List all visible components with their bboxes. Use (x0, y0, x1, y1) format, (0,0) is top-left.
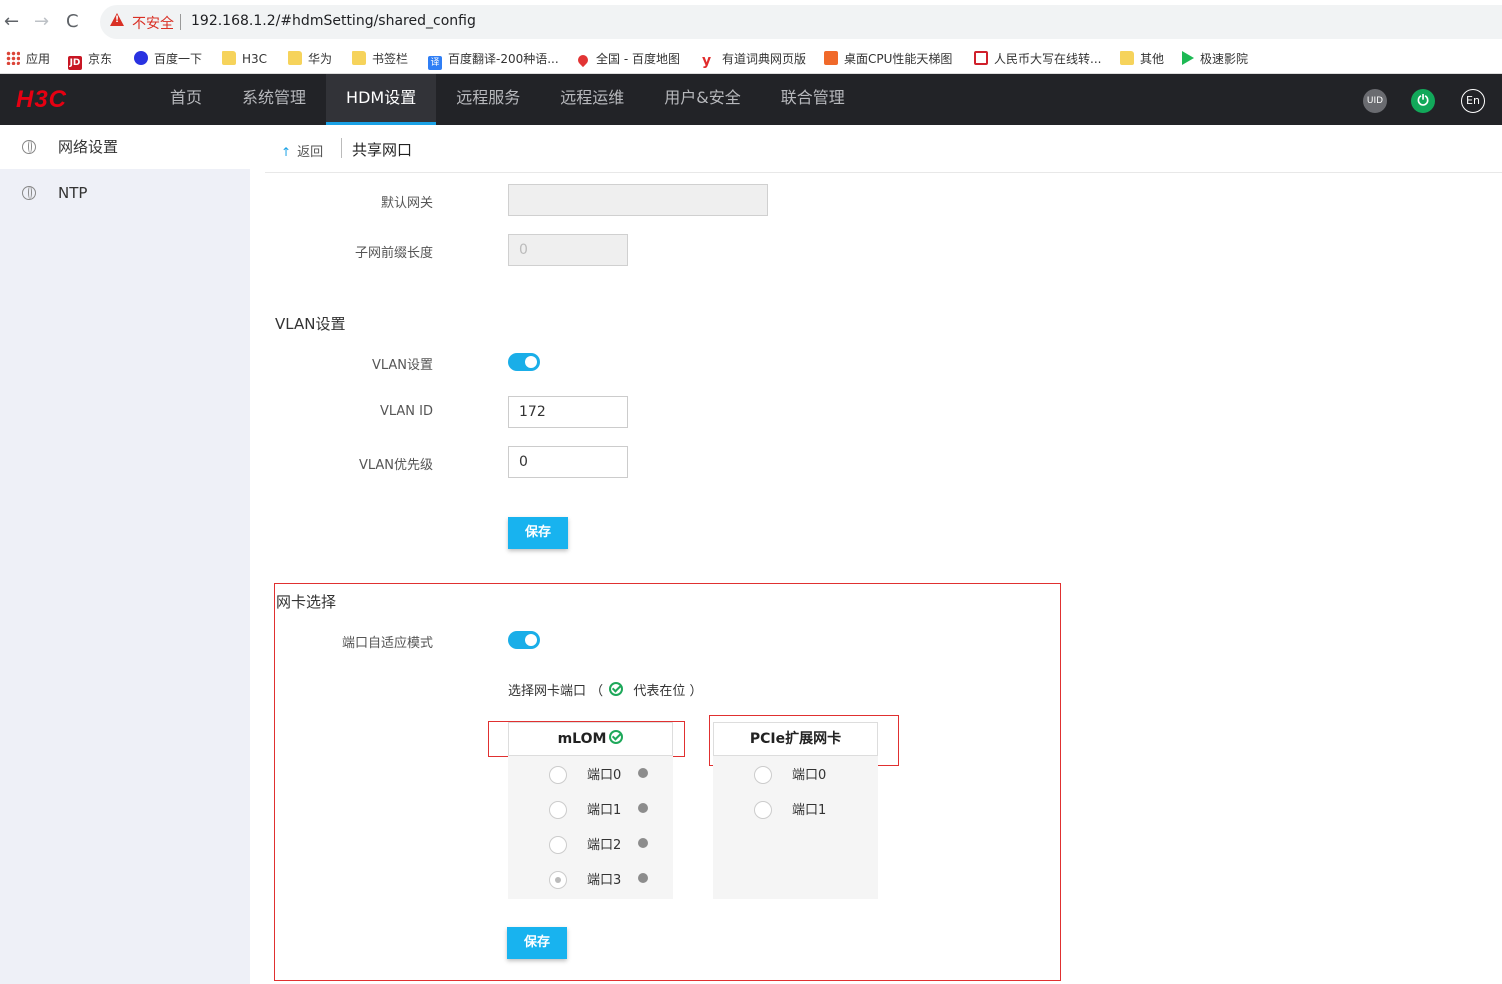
status-dot-icon (638, 873, 648, 883)
page-title: 共享网口 (352, 141, 413, 159)
warning-icon[interactable] (110, 13, 124, 26)
gateway-input[interactable] (508, 184, 768, 216)
forward-arrow-icon[interactable]: → (34, 12, 49, 32)
divider (180, 14, 181, 30)
nav-remote-service[interactable]: 远程服务 (436, 74, 540, 125)
vlan-toggle-label: VLAN设置 (371, 358, 433, 373)
language-icon[interactable]: En (1461, 89, 1485, 113)
globe-clock-icon (22, 186, 36, 200)
security-status[interactable]: 不安全 (132, 13, 174, 33)
translate-icon: 译 (428, 56, 442, 70)
nav-federation[interactable]: 联合管理 (761, 74, 865, 125)
bookmark-youdao[interactable]: y 有道词典网页版 (702, 50, 806, 68)
radio-button[interactable] (549, 836, 567, 854)
mlom-port-0[interactable]: 端口0 (549, 766, 659, 786)
sidebar-item-label: NTP (58, 184, 88, 202)
back-arrow-icon: ↑ (281, 145, 292, 159)
pcie-port-0[interactable]: 端口0 (754, 766, 864, 786)
rmb-icon (974, 51, 988, 65)
nav-system[interactable]: 系统管理 (222, 74, 326, 125)
nic-section-title: 网卡选择 (276, 593, 337, 611)
check-circle-icon (609, 682, 624, 696)
back-button[interactable]: ↑ 返回 (281, 141, 323, 160)
power-icon[interactable]: ⏻ (1411, 89, 1435, 113)
divider (341, 138, 342, 158)
mlom-highlight-box (488, 721, 685, 757)
nav-user-security[interactable]: 用户&安全 (644, 74, 760, 125)
folder-icon (1120, 51, 1134, 65)
pcie-port-1[interactable]: 端口1 (754, 801, 864, 821)
reload-icon[interactable]: C (66, 12, 79, 32)
mlom-port-3[interactable]: 端口3 (549, 871, 659, 891)
bookmark-h3c[interactable]: H3C (222, 50, 267, 68)
nav-hdm-settings[interactable]: HDM设置 (326, 74, 437, 125)
radio-button[interactable] (754, 801, 772, 819)
vlan-id-input[interactable]: 172 (508, 396, 628, 428)
vlan-id-label: VLAN ID (379, 404, 433, 419)
bookmark-other[interactable]: 其他 (1120, 50, 1164, 68)
app-header: H3C 首页 系统管理 HDM设置 远程服务 远程运维 用户&安全 联合管理 (0, 74, 1502, 125)
bookmark-rmb[interactable]: 人民币大写在线转... (974, 50, 1101, 68)
adaptive-mode-label: 端口自适应模式 (341, 636, 433, 651)
uid-icon[interactable]: UID (1363, 89, 1387, 113)
bookmark-cpu[interactable]: 桌面CPU性能天梯图 (824, 50, 952, 68)
folder-icon (288, 51, 302, 65)
h3c-logo[interactable]: H3C (16, 86, 67, 114)
nic-save-button[interactable]: 保存 (507, 927, 567, 959)
radio-button[interactable] (549, 871, 567, 889)
sidebar: 网络设置 NTP (0, 125, 250, 984)
gateway-label: 默认网关 (380, 196, 433, 211)
mlom-port-1[interactable]: 端口1 (549, 801, 659, 821)
top-nav: 首页 系统管理 HDM设置 远程服务 远程运维 用户&安全 联合管理 (150, 74, 865, 125)
breadcrumb: ↑ 返回 共享网口 (265, 125, 1502, 173)
youdao-icon: y (702, 53, 712, 69)
vlan-priority-label: VLAN优先级 (358, 458, 433, 473)
mlom-port-list: 端口0 端口1 端口2 端口3 (508, 756, 673, 899)
prefix-length-input[interactable]: 0 (508, 234, 628, 266)
nav-remote-ops[interactable]: 远程运维 (540, 74, 644, 125)
bookmark-movie[interactable]: 极速影院 (1182, 50, 1248, 68)
baidu-icon (134, 51, 148, 65)
folder-icon (352, 51, 366, 65)
address-bar[interactable]: 不安全 192.168.1.2/#hdmSetting/shared_confi… (100, 5, 1502, 39)
cpu-icon (824, 51, 838, 65)
status-dot-icon (638, 803, 648, 813)
bookmark-fanyi[interactable]: 译百度翻译-200种语... (428, 50, 559, 70)
sidebar-item-ntp[interactable]: NTP (0, 171, 250, 215)
prefix-length-label: 子网前缀长度 (354, 246, 433, 261)
back-arrow-icon[interactable]: ← (4, 12, 19, 32)
status-dot-icon (638, 768, 648, 778)
globe-icon (22, 140, 36, 154)
adaptive-mode-toggle[interactable] (508, 631, 540, 649)
url-text[interactable]: 192.168.1.2/#hdmSetting/shared_config (191, 13, 476, 29)
vlan-toggle[interactable] (508, 353, 540, 371)
sidebar-item-label: 网络设置 (58, 138, 119, 156)
map-pin-icon (575, 52, 591, 68)
bookmark-huawei[interactable]: 华为 (288, 50, 332, 68)
radio-button[interactable] (549, 766, 567, 784)
bookmark-baidu[interactable]: 百度一下 (134, 50, 202, 68)
folder-icon (222, 51, 236, 65)
mlom-port-2[interactable]: 端口2 (549, 836, 659, 856)
sidebar-item-network[interactable]: 网络设置 (0, 125, 250, 169)
pcie-port-list: 端口0 端口1 (713, 756, 878, 899)
apps-icon (6, 51, 20, 65)
status-dot-icon (638, 838, 648, 848)
radio-button[interactable] (754, 766, 772, 784)
play-icon (1182, 51, 1194, 65)
port-select-hint: 选择网卡端口 （ 代表在位 ） (508, 682, 703, 699)
vlan-priority-input[interactable]: 0 (508, 446, 628, 478)
jd-icon: JD (68, 56, 82, 70)
bookmark-baidu-map[interactable]: 全国 - 百度地图 (575, 50, 680, 68)
radio-button[interactable] (549, 801, 567, 819)
bookmark-jd[interactable]: JD 京东 (68, 50, 112, 70)
nav-home[interactable]: 首页 (150, 74, 222, 125)
bookmark-apps[interactable]: 应用 (6, 50, 50, 68)
bookmark-bookmarks-bar[interactable]: 书签栏 (352, 50, 408, 68)
browser-toolbar: ← → C 不安全 192.168.1.2/#hdmSetting/shared… (0, 0, 1502, 44)
bookmarks-bar: 应用 JD 京东 百度一下 H3C 华为 书签栏 译百度翻译-200种语... 全… (0, 44, 1502, 74)
vlan-save-button[interactable]: 保存 (508, 517, 568, 549)
vlan-section-title: VLAN设置 (275, 315, 346, 333)
